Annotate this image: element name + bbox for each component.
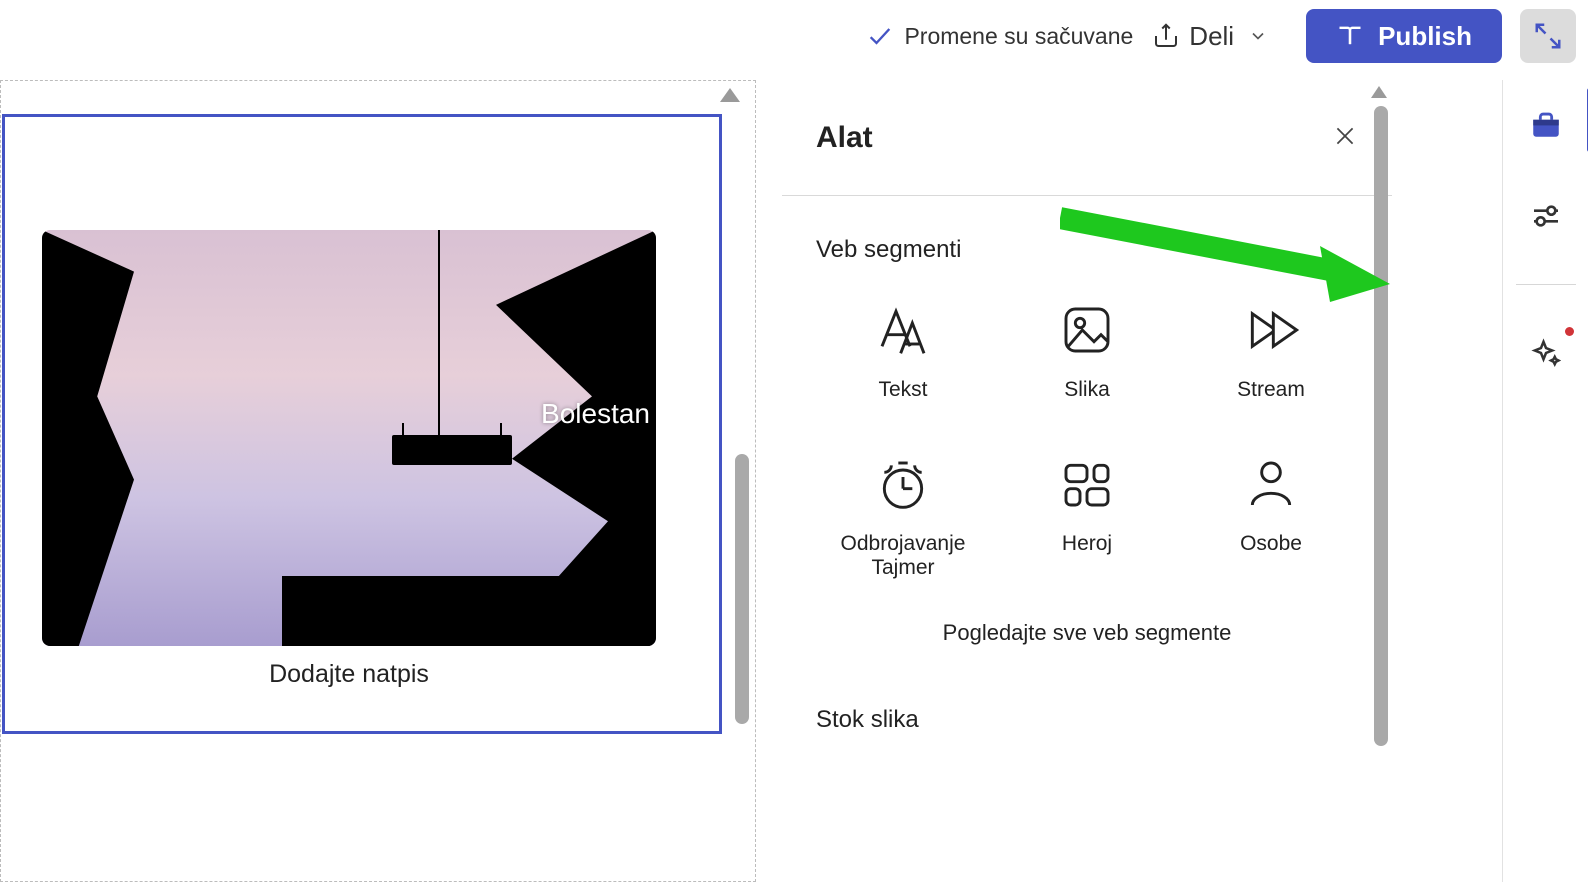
webpart-people[interactable]: Osobe	[1184, 456, 1358, 580]
canvas-scrollbar-thumb[interactable]	[735, 454, 749, 724]
publish-label: Publish	[1378, 21, 1472, 52]
toolbox-panel: Alat Veb segmenti Tekst Slika	[782, 80, 1392, 882]
panel-scrollbar[interactable]	[1374, 80, 1390, 882]
panel-close-button[interactable]	[1326, 117, 1364, 158]
scroll-up-icon[interactable]	[1371, 86, 1387, 98]
notification-dot-icon	[1565, 327, 1574, 336]
webpart-stream[interactable]: Stream	[1184, 302, 1358, 402]
toolbox-icon	[1529, 107, 1563, 141]
save-status-text: Promene su sačuvane	[904, 23, 1133, 50]
image-icon	[1059, 302, 1115, 358]
silhouette-shape	[438, 230, 440, 440]
publish-button[interactable]: Publish	[1306, 9, 1502, 63]
sparkle-icon	[1531, 338, 1561, 368]
close-icon	[1332, 123, 1358, 149]
webpart-label: Stream	[1237, 378, 1305, 402]
webpart-text[interactable]: Tekst	[816, 302, 990, 402]
collapse-button[interactable]	[1520, 9, 1576, 63]
sliders-icon	[1530, 200, 1562, 232]
collapse-icon	[1533, 21, 1563, 51]
right-rail	[1502, 80, 1588, 882]
webpart-image[interactable]: Slika	[1000, 302, 1174, 402]
people-icon	[1243, 456, 1299, 512]
webpart-label: Slika	[1064, 378, 1110, 402]
save-status: Promene su sačuvane	[866, 22, 1133, 50]
share-dropdown[interactable]: Deli	[1151, 21, 1288, 52]
webpart-label: Osobe	[1240, 532, 1302, 556]
see-all-webparts-link[interactable]: Pogledajte sve veb segmente	[816, 620, 1358, 646]
stock-images-section-title: Stok slika	[816, 706, 1358, 734]
timer-icon	[875, 456, 931, 512]
hero-image-overlay-text: Bolestan	[541, 398, 650, 430]
stream-icon	[1243, 302, 1299, 358]
webpart-hero[interactable]: Heroj	[1000, 456, 1174, 580]
rail-toolbox-button[interactable]	[1522, 100, 1570, 148]
silhouette-shape	[392, 435, 512, 465]
rail-design-ideas-button[interactable]	[1522, 329, 1570, 377]
rail-properties-button[interactable]	[1522, 192, 1570, 240]
share-label: Deli	[1189, 21, 1234, 52]
silhouette-shape	[42, 230, 134, 646]
panel-scrollbar-thumb[interactable]	[1374, 106, 1388, 746]
panel-body: Veb segmenti Tekst Slika	[782, 196, 1392, 734]
webparts-grid: Tekst Slika Stream	[816, 302, 1358, 580]
text-icon	[875, 302, 931, 358]
panel-header: Alat	[782, 80, 1392, 196]
hero-icon	[1059, 456, 1115, 512]
top-toolbar: Promene su sačuvane Deli Publish	[0, 0, 1588, 72]
silhouette-shape	[282, 576, 652, 646]
webpart-label: Heroj	[1062, 532, 1112, 556]
canvas-scroll-up-icon[interactable]	[720, 88, 740, 102]
rail-divider	[1516, 284, 1576, 285]
webpart-countdown-timer[interactable]: Odbrojavanje Tajmer	[816, 456, 990, 580]
share-icon	[1151, 21, 1181, 51]
webpart-label: Odbrojavanje Tajmer	[816, 532, 990, 580]
checkmark-icon	[866, 22, 894, 50]
chevron-down-icon	[1248, 26, 1268, 46]
hero-image[interactable]: Bolestan	[42, 230, 656, 646]
panel-title: Alat	[816, 121, 873, 155]
image-caption-input[interactable]: Dodajte natpis	[42, 660, 656, 689]
book-open-icon	[1336, 22, 1364, 50]
webpart-label: Tekst	[878, 378, 927, 402]
webparts-section-title: Veb segmenti	[816, 236, 1358, 264]
